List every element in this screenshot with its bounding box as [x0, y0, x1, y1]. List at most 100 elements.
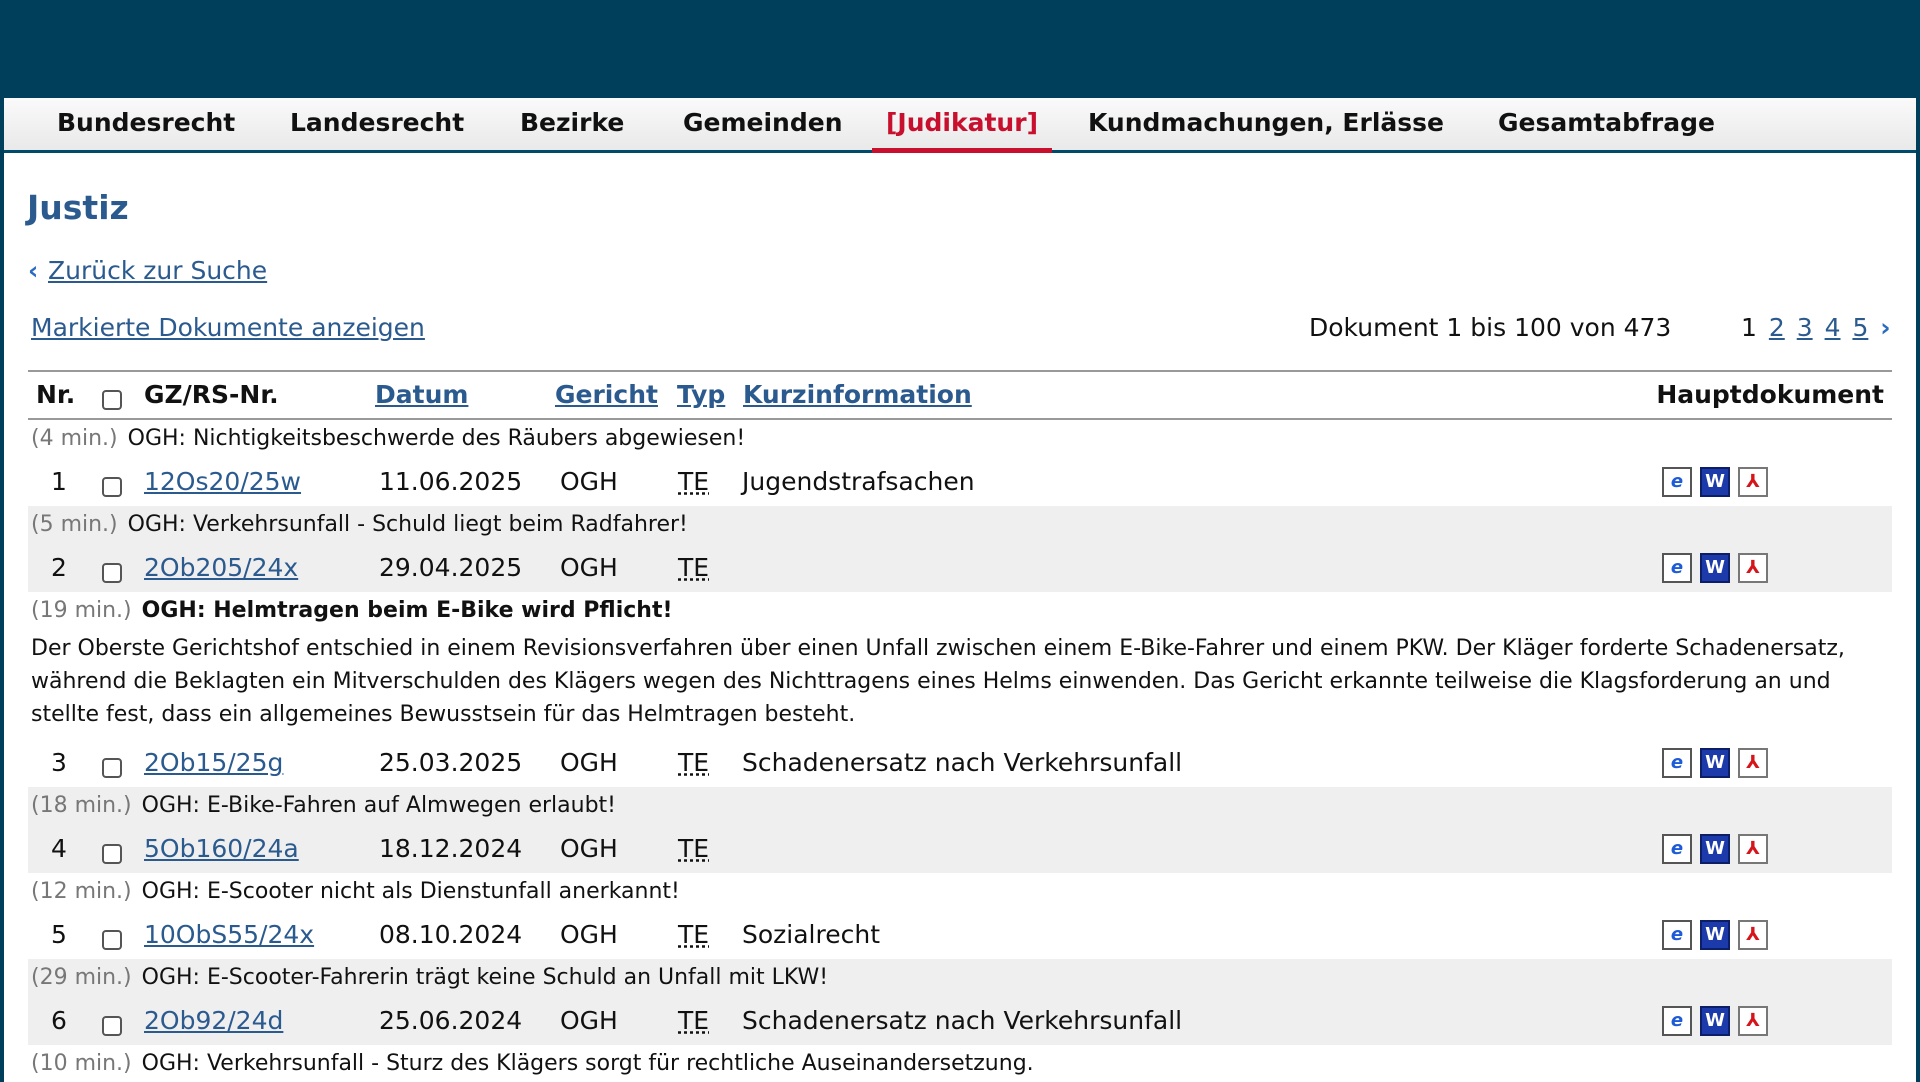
entry-info: (18 min.) OGH: E-Bike-Fahren auf Almwegen… — [28, 787, 1892, 825]
row-checkbox[interactable] — [102, 557, 122, 586]
row-kurzinformation: Schadenersatz nach Verkehrsunfall — [742, 1006, 1183, 1035]
row-type: TE — [678, 920, 710, 949]
results-table: Nr. GZ/RS-Nr. Datum Gericht Typ Kurzinfo… — [28, 370, 1892, 1082]
header-kurzinformation-sort[interactable]: Kurzinformation — [743, 372, 972, 418]
word-document-icon[interactable]: W — [1700, 920, 1730, 950]
pdf-document-icon[interactable]: ⅄ — [1738, 834, 1768, 864]
table-row: 5 10ObS55/24x 08.10.2024 OGH TE Sozialre… — [28, 911, 1892, 959]
reading-time: (18 min.) — [31, 793, 132, 818]
list-item: (10 min.) OGH: Verkehrsunfall - Sturz des… — [28, 1045, 1892, 1082]
entry-headline: OGH: Helmtragen beim E-Bike wird Pflicht… — [141, 598, 673, 623]
row-date: 18.12.2024 — [379, 834, 523, 863]
row-number: 6 — [51, 1006, 67, 1035]
pager-page-5[interactable]: 5 — [1852, 313, 1868, 342]
word-document-icon[interactable]: W — [1700, 553, 1730, 583]
row-court: OGH — [560, 834, 618, 863]
row-number: 1 — [51, 467, 67, 496]
row-court: OGH — [560, 553, 618, 582]
entry-headline: OGH: E-Scooter nicht als Dienstunfall an… — [141, 879, 680, 904]
pdf-document-icon[interactable]: ⅄ — [1738, 920, 1768, 950]
row-date: 11.06.2025 — [379, 467, 523, 496]
list-item: (18 min.) OGH: E-Bike-Fahren auf Almwegen… — [28, 787, 1892, 873]
row-court: OGH — [560, 748, 618, 777]
gz-link[interactable]: 5Ob160/24a — [144, 825, 299, 873]
html-document-icon[interactable]: e — [1662, 1006, 1692, 1036]
gz-link[interactable]: 2Ob92/24d — [144, 997, 283, 1045]
table-row: 2 2Ob205/24x 29.04.2025 OGH TE e W ⅄ — [28, 544, 1892, 592]
row-checkbox[interactable] — [102, 924, 122, 953]
header-gz: GZ/RS-Nr. — [144, 380, 279, 409]
row-court: OGH — [560, 467, 618, 496]
list-item: (5 min.) OGH: Verkehrsunfall - Schuld lie… — [28, 506, 1892, 592]
back-to-search[interactable]: ‹ Zurück zur Suche — [28, 256, 267, 285]
entry-headline: OGH: Verkehrsunfall - Schuld liegt beim … — [127, 512, 688, 537]
header-gericht-sort[interactable]: Gericht — [555, 372, 658, 418]
table-row: 1 12Os20/25w 11.06.2025 OGH TE Jugendstr… — [28, 458, 1892, 506]
pager-page-4[interactable]: 4 — [1825, 313, 1841, 342]
gz-link[interactable]: 10ObS55/24x — [144, 911, 314, 959]
show-marked-documents-link[interactable]: Markierte Dokumente anzeigen — [31, 313, 425, 342]
row-number: 5 — [51, 920, 67, 949]
word-document-icon[interactable]: W — [1700, 834, 1730, 864]
header-typ-sort[interactable]: Typ — [677, 372, 725, 418]
html-document-icon[interactable]: e — [1662, 467, 1692, 497]
gz-link[interactable]: 2Ob15/25g — [144, 739, 283, 787]
pdf-document-icon[interactable]: ⅄ — [1738, 1006, 1768, 1036]
pager-page-2[interactable]: 2 — [1769, 313, 1785, 342]
row-date: 08.10.2024 — [379, 920, 523, 949]
entry-info: (10 min.) OGH: Verkehrsunfall - Sturz des… — [28, 1045, 1892, 1082]
list-item: (29 min.) OGH: E-Scooter-Fahrerin trägt k… — [28, 959, 1892, 1045]
html-document-icon[interactable]: e — [1662, 748, 1692, 778]
gz-link[interactable]: 12Os20/25w — [144, 458, 301, 506]
nav-landesrecht[interactable]: Landesrecht — [290, 98, 464, 150]
pager-page-3[interactable]: 3 — [1797, 313, 1813, 342]
row-number: 2 — [51, 553, 67, 582]
reading-time: (5 min.) — [31, 512, 118, 537]
reading-time: (10 min.) — [31, 1051, 132, 1076]
gz-link[interactable]: 2Ob205/24x — [144, 544, 298, 592]
word-document-icon[interactable]: W — [1700, 467, 1730, 497]
row-checkbox[interactable] — [102, 838, 122, 867]
back-link-label[interactable]: Zurück zur Suche — [48, 256, 267, 285]
header-datum-sort[interactable]: Datum — [375, 372, 468, 418]
pager-current-page: 1 — [1741, 313, 1757, 342]
document-icons: e W ⅄ — [1662, 1006, 1768, 1036]
entry-headline: OGH: Nichtigkeitsbeschwerde des Räubers … — [127, 426, 746, 451]
pdf-document-icon[interactable]: ⅄ — [1738, 748, 1768, 778]
html-document-icon[interactable]: e — [1662, 834, 1692, 864]
nav-bundesrecht[interactable]: Bundesrecht — [57, 98, 235, 150]
entry-abstract: Der Oberste Gerichtshof entschied in ein… — [31, 636, 1845, 727]
row-date: 29.04.2025 — [379, 553, 523, 582]
row-kurzinformation: Sozialrecht — [742, 920, 881, 949]
row-date: 25.03.2025 — [379, 748, 523, 777]
reading-time: (12 min.) — [31, 879, 132, 904]
table-header: Nr. GZ/RS-Nr. Datum Gericht Typ Kurzinfo… — [28, 370, 1892, 420]
entry-headline: OGH: Verkehrsunfall - Sturz des Klägers … — [141, 1051, 1034, 1076]
row-checkbox[interactable] — [102, 752, 122, 781]
entry-info: (4 min.) OGH: Nichtigkeitsbeschwerde des … — [28, 420, 1892, 458]
document-icons: e W ⅄ — [1662, 553, 1768, 583]
entry-info: (12 min.) OGH: E-Scooter nicht als Dienst… — [28, 873, 1892, 911]
nav-bezirke[interactable]: Bezirke — [520, 98, 624, 150]
word-document-icon[interactable]: W — [1700, 748, 1730, 778]
row-checkbox[interactable] — [102, 471, 122, 500]
select-all-checkbox[interactable] — [102, 384, 122, 413]
row-number: 4 — [51, 834, 67, 863]
chevron-right-icon[interactable]: › — [1880, 313, 1890, 342]
header-nr: Nr. — [36, 380, 76, 409]
nav-kundmachungen[interactable]: Kundmachungen, Erlässe — [1088, 98, 1444, 150]
nav-judikatur[interactable]: [Judikatur] — [872, 98, 1052, 153]
pdf-document-icon[interactable]: ⅄ — [1738, 553, 1768, 583]
html-document-icon[interactable]: e — [1662, 553, 1692, 583]
pdf-document-icon[interactable]: ⅄ — [1738, 467, 1768, 497]
table-row: 4 5Ob160/24a 18.12.2024 OGH TE e W ⅄ — [28, 825, 1892, 873]
nav-gesamtabfrage[interactable]: Gesamtabfrage — [1498, 98, 1715, 150]
nav-gemeinden[interactable]: Gemeinden — [683, 98, 843, 150]
row-checkbox[interactable] — [102, 1010, 122, 1039]
row-type: TE — [678, 748, 710, 777]
entry-headline: OGH: E-Scooter-Fahrerin trägt keine Schu… — [141, 965, 829, 990]
word-document-icon[interactable]: W — [1700, 1006, 1730, 1036]
html-document-icon[interactable]: e — [1662, 920, 1692, 950]
reading-time: (19 min.) — [31, 598, 132, 623]
row-type: TE — [678, 1006, 710, 1035]
